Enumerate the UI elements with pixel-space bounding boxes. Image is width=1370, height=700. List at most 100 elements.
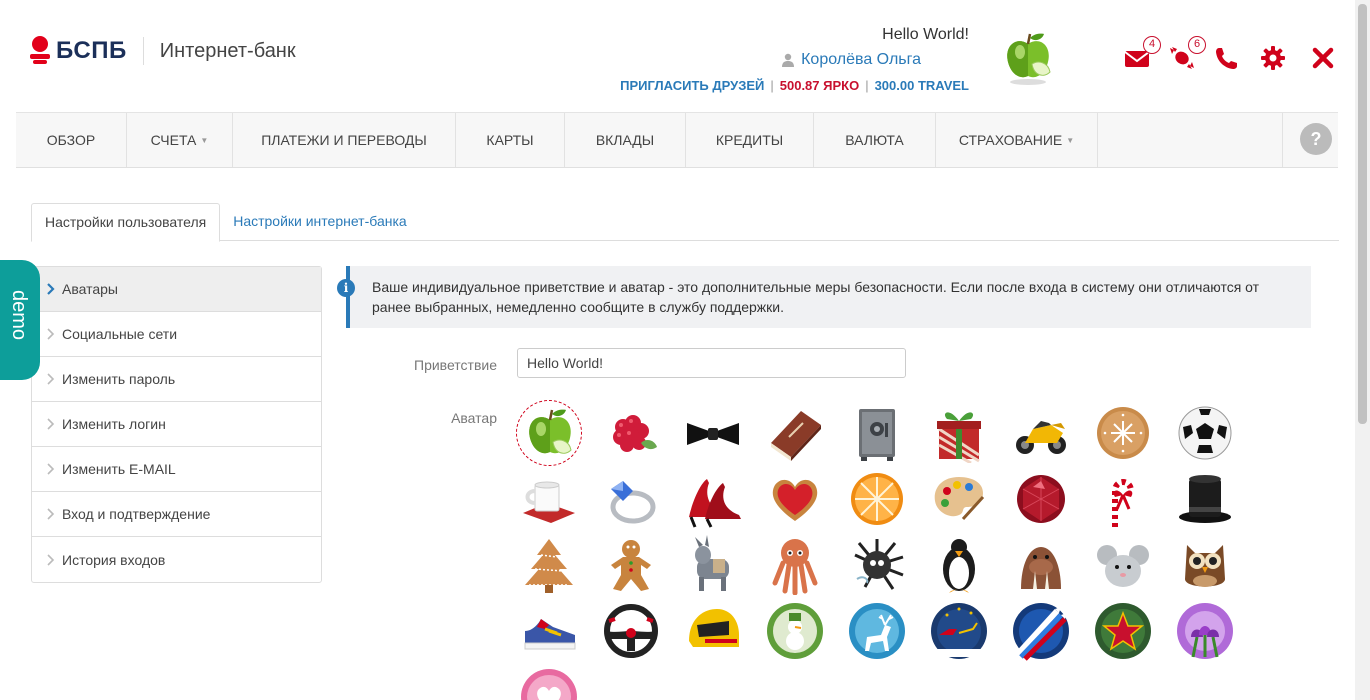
help-button[interactable]: ? — [1300, 123, 1332, 155]
logo-text: БСПБ — [56, 37, 127, 64]
avatar-soccer-ball[interactable] — [1172, 400, 1238, 466]
nav-item-label: Вклады — [595, 132, 655, 148]
avatar-octopus[interactable] — [762, 532, 828, 598]
info-text: Ваше индивидуальное приветствие и аватар… — [372, 279, 1260, 315]
avatar-candy-cane[interactable] — [1090, 466, 1156, 532]
bonus-yarko-link[interactable]: 500.87 ЯРКО — [780, 78, 859, 93]
user-profile-link[interactable]: Королёва Ольга — [781, 51, 921, 69]
avatar-gift[interactable] — [926, 400, 992, 466]
nav-item-loans[interactable]: Кредиты — [686, 113, 814, 167]
avatar-bow-tie[interactable] — [680, 400, 746, 466]
messages-button[interactable]: 4 — [1123, 36, 1161, 72]
avatar-ring[interactable] — [598, 466, 664, 532]
soccer-ball-icon — [1178, 406, 1232, 460]
avatar-safe[interactable] — [844, 400, 910, 466]
nav-item-payments[interactable]: Платежи и переводы — [233, 113, 456, 167]
side-item-label: Социальные сети — [62, 326, 178, 342]
side-item-label: Вход и подтверждение — [62, 506, 211, 522]
product-name: Интернет-банк — [159, 39, 296, 62]
page-scrollbar[interactable] — [1355, 0, 1370, 700]
avatar-high-heels[interactable] — [680, 466, 746, 532]
side-item-change-password[interactable]: Изменить пароль — [32, 357, 321, 402]
chevron-right-icon — [47, 508, 55, 520]
close-icon — [1312, 47, 1334, 69]
avatar-jets[interactable] — [1008, 598, 1074, 664]
scrollbar-thumb[interactable] — [1358, 4, 1367, 424]
logout-button[interactable] — [1309, 44, 1337, 72]
chevron-right-icon — [47, 283, 55, 295]
steering-wheel-icon — [604, 604, 658, 658]
phone-button[interactable] — [1213, 44, 1241, 72]
avatar-cup[interactable] — [516, 466, 582, 532]
nav-item-overview[interactable]: Обзор — [16, 113, 127, 167]
avatar-cookie[interactable] — [1090, 400, 1156, 466]
avatar-mouse[interactable] — [1090, 532, 1156, 598]
side-item-label: Аватары — [62, 281, 118, 297]
nav-item-currency[interactable]: Валюта — [814, 113, 936, 167]
user-name: Королёва Ольга — [801, 51, 921, 68]
ring-icon — [610, 481, 656, 524]
avatar-motorcycle[interactable] — [1008, 400, 1074, 466]
avatar-snowman[interactable] — [762, 598, 828, 664]
greeting-input[interactable] — [517, 348, 906, 378]
nav-item-cards[interactable]: Карты — [456, 113, 565, 167]
avatar-penguin[interactable] — [926, 532, 992, 598]
sleigh-icon — [931, 603, 987, 659]
nav-item-insurance[interactable]: Страхование ▼ — [936, 113, 1098, 167]
divider: | — [770, 78, 774, 93]
avatar-palette[interactable] — [926, 466, 992, 532]
avatar-sleigh[interactable] — [926, 598, 992, 664]
avatar-ruby[interactable] — [1008, 466, 1074, 532]
tab-internet-bank-settings[interactable]: Настройки интернет-банка — [220, 203, 419, 241]
logo-divider — [142, 37, 144, 65]
settings-button[interactable] — [1259, 44, 1287, 72]
sneaker-icon — [524, 619, 576, 650]
header: БСПБ Интернет-банк Hello World! Королёва… — [0, 0, 1355, 112]
side-item-change-email[interactable]: Изменить E-MAIL — [32, 447, 321, 492]
side-item-login-history[interactable]: История входов — [32, 537, 321, 582]
avatar-apple[interactable] — [516, 400, 582, 466]
current-avatar-apple-icon[interactable] — [1002, 30, 1054, 86]
avatar-label: Аватар — [451, 410, 497, 426]
avatar-walrus[interactable] — [1008, 532, 1074, 598]
tab-user-settings[interactable]: Настройки пользователя — [31, 203, 221, 242]
helmet-icon — [689, 609, 739, 647]
avatar-sneaker[interactable] — [516, 598, 582, 664]
avatar-gingerbread-tree[interactable] — [516, 532, 582, 598]
gingerbread-tree-icon — [525, 539, 573, 593]
side-item-social[interactable]: Социальные сети — [32, 312, 321, 357]
avatar-tulips[interactable] — [1172, 598, 1238, 664]
side-item-avatars[interactable]: Аватары — [32, 267, 321, 312]
side-item-login-confirmation[interactable]: Вход и подтверждение — [32, 492, 321, 537]
avatar-raspberry[interactable] — [598, 400, 664, 466]
nav-item-accounts[interactable]: Счета ▼ — [127, 113, 233, 167]
avatar-book[interactable] — [762, 400, 828, 466]
demo-tab[interactable]: demo — [0, 260, 40, 380]
side-menu: Аватары Социальные сети Изменить пароль … — [31, 266, 322, 583]
nav-item-deposits[interactable]: Вклады — [565, 113, 686, 167]
donkey-icon — [695, 535, 729, 591]
bank-logo[interactable]: БСПБ Интернет-банк — [30, 36, 296, 66]
avatar-helmet[interactable] — [680, 598, 746, 664]
avatar-owl[interactable] — [1172, 532, 1238, 598]
gift-icon — [937, 412, 981, 463]
avatar-gingerbread-man[interactable] — [598, 532, 664, 598]
avatar-donkey[interactable] — [680, 532, 746, 598]
invite-friends-link[interactable]: ПРИГЛАСИТЬ ДРУЗЕЙ — [620, 78, 764, 93]
avatar-hedgehog[interactable] — [844, 532, 910, 598]
avatar-top-hat[interactable] — [1172, 466, 1238, 532]
avatar-gingerbread-heart[interactable] — [762, 466, 828, 532]
nav-item-label: Счета — [150, 132, 197, 148]
mouse-icon — [1097, 545, 1149, 587]
side-item-change-login[interactable]: Изменить логин — [32, 402, 321, 447]
offers-button[interactable]: 6 — [1168, 36, 1206, 72]
avatar-deer[interactable] — [844, 598, 910, 664]
avatar-pink-heart[interactable] — [516, 664, 582, 700]
chevron-right-icon — [47, 328, 55, 340]
avatar-steering-wheel[interactable] — [598, 598, 664, 664]
avatar-star-medal[interactable] — [1090, 598, 1156, 664]
demo-label: demo — [8, 290, 30, 341]
bonus-travel-link[interactable]: 300.00 TRAVEL — [875, 78, 969, 93]
book-icon — [771, 411, 821, 461]
avatar-orange[interactable] — [844, 466, 910, 532]
